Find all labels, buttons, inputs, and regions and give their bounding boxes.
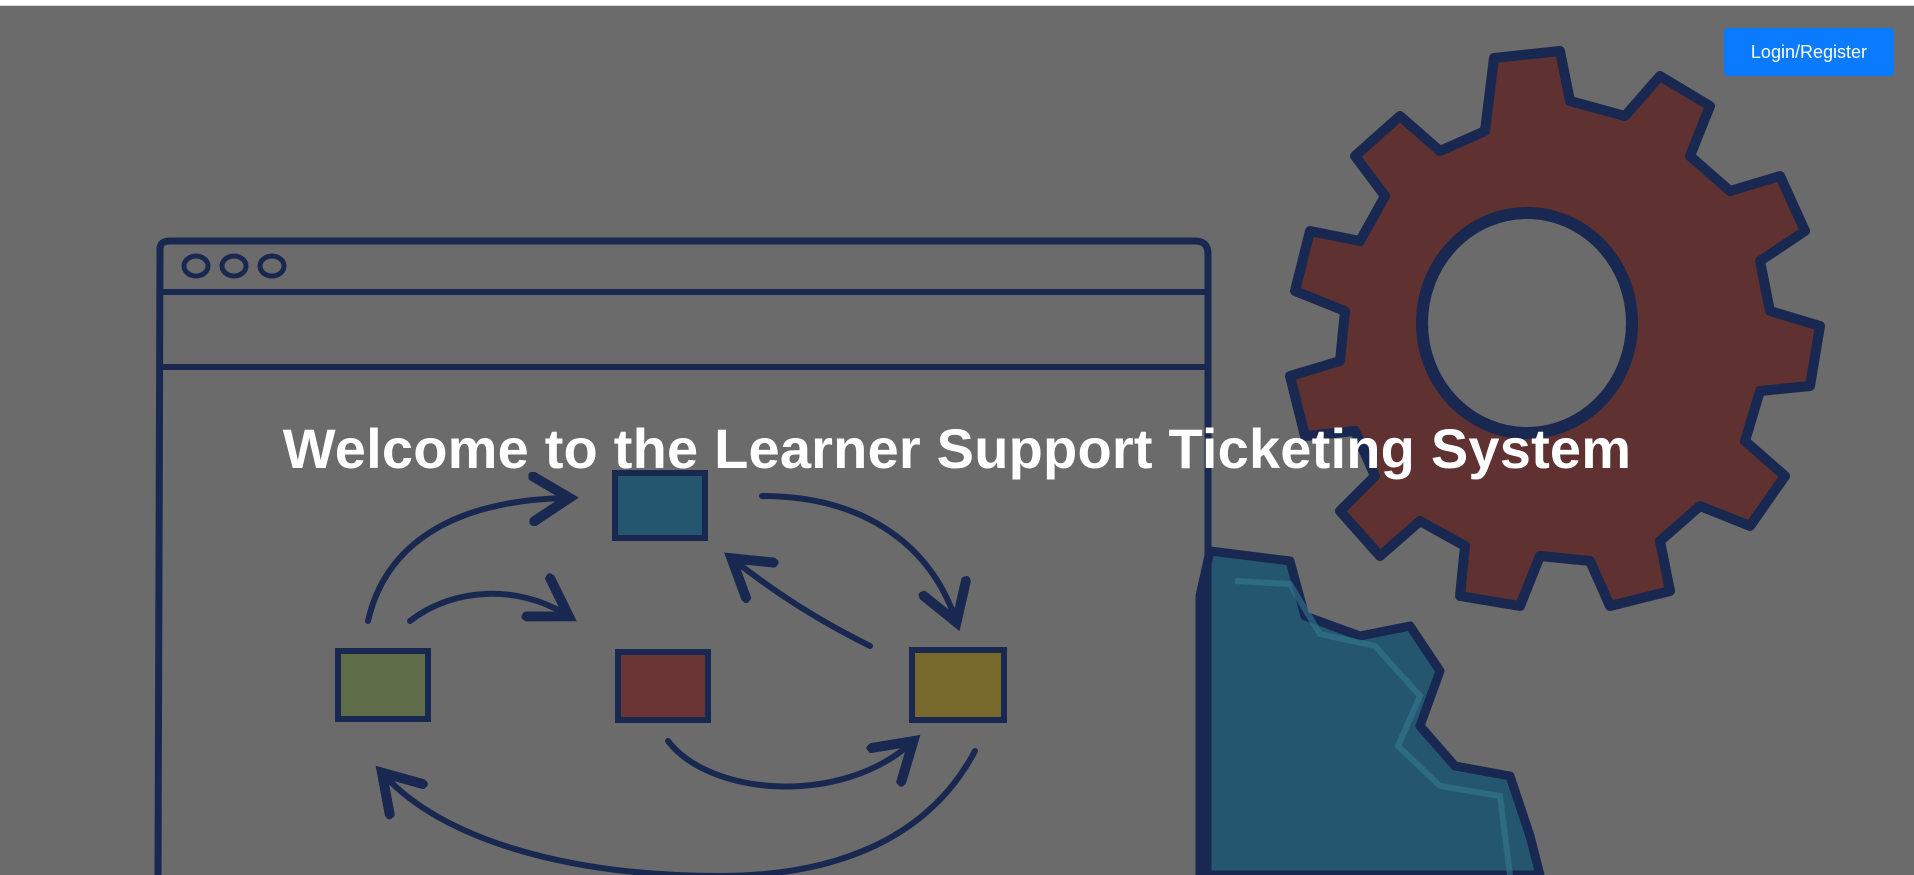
page-title: Welcome to the Learner Support Ticketing… — [282, 417, 1632, 480]
hero-section: Welcome to the Learner Support Ticketing… — [0, 6, 1914, 875]
login-register-button[interactable]: Login/Register — [1723, 28, 1894, 76]
